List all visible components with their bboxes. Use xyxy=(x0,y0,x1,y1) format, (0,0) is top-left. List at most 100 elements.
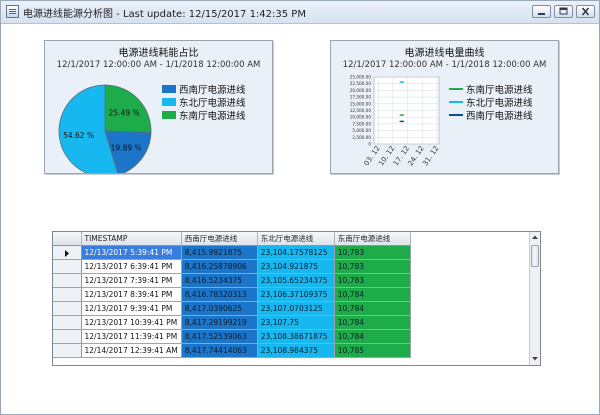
app-window: 电源进线能源分析图 - Last update: 12/15/2017 1:42… xyxy=(0,0,600,415)
row-header[interactable] xyxy=(53,301,82,316)
cell-southwest[interactable]: 8,416.78320313 xyxy=(181,287,258,302)
y-tick-label: 7,500.00 xyxy=(352,121,371,126)
scroll-down-icon[interactable] xyxy=(531,354,539,363)
table-row[interactable]: 12/13/2017 8:39:41 PM 8,416.78320313 23,… xyxy=(53,287,411,302)
table-row[interactable]: 12/13/2017 7:39:41 PM 8,416.5234375 23,1… xyxy=(53,273,411,288)
line-legend-swatch-northeast xyxy=(449,100,463,103)
y-tick-label: 22,500.00 xyxy=(350,81,372,86)
cell-timestamp[interactable]: 12/13/2017 9:39:41 PM xyxy=(81,301,182,316)
row-header[interactable] xyxy=(53,343,82,358)
pie-slice-label: 25.49 % xyxy=(109,108,140,117)
cell-timestamp[interactable]: 12/13/2017 10:39:41 PM xyxy=(81,315,182,330)
pie-legend-item-southeast: 东南厅电源进线 xyxy=(162,104,246,122)
cell-timestamp[interactable]: 12/13/2017 11:39:41 PM xyxy=(81,329,182,344)
row-header[interactable] xyxy=(53,315,82,330)
line-legend-label-southwest: 西南厅电源进线 xyxy=(466,111,533,122)
table-row[interactable]: 12/14/2017 12:39:41 AM 8,417.74414063 23… xyxy=(53,343,411,358)
cell-southeast[interactable]: 10,784 xyxy=(334,287,411,302)
minimize-button[interactable] xyxy=(532,5,551,18)
window-title: 电源进线能源分析图 - Last update: 12/15/2017 1:42… xyxy=(23,9,306,20)
cell-southwest[interactable]: 8,417.29199219 xyxy=(181,315,258,330)
chart-window-icon xyxy=(6,5,19,18)
row-header[interactable] xyxy=(53,329,82,344)
cell-northeast[interactable]: 23,104.17578125 xyxy=(257,245,335,260)
cell-northeast[interactable]: 23,104.921875 xyxy=(257,259,335,274)
cell-southwest[interactable]: 8,415.9921875 xyxy=(181,245,258,260)
scrollbar-thumb[interactable] xyxy=(531,245,539,267)
row-pointer-icon xyxy=(64,249,69,257)
y-tick-label: 5,000.00 xyxy=(352,128,371,133)
cell-northeast[interactable]: 23,106.37109375 xyxy=(257,287,335,302)
maximize-icon xyxy=(559,7,568,15)
y-tick-label: 12,500.00 xyxy=(350,108,372,113)
pie-legend-item-southwest: 西南厅电源进线 xyxy=(162,78,246,96)
cell-southwest[interactable]: 8,416.5234375 xyxy=(181,273,258,288)
scroll-up-icon[interactable] xyxy=(531,233,539,242)
y-tick-label: 15,000.00 xyxy=(350,101,372,106)
y-tick-label: 2,500.00 xyxy=(352,135,371,140)
row-header[interactable] xyxy=(53,259,82,274)
y-tick-label: 0 xyxy=(368,142,371,147)
cell-northeast[interactable]: 23,107.75 xyxy=(257,315,335,330)
table-row[interactable]: 12/13/2017 9:39:41 PM 8,417.0390625 23,1… xyxy=(53,301,411,316)
cell-southwest[interactable]: 8,417.52539063 xyxy=(181,329,258,344)
line-legend-swatch-southeast xyxy=(449,87,463,90)
pie-slice-label: 19.89 % xyxy=(111,143,142,152)
pie-chart-panel: 电源进线耗能占比 12/1/2017 12:00:00 AM - 1/1/201… xyxy=(44,40,273,174)
line-chart-panel: 电源进线电量曲线 12/1/2017 12:00:00 AM - 1/1/201… xyxy=(330,40,559,174)
y-tick-label: 17,500.00 xyxy=(350,95,372,100)
column-header-timestamp[interactable]: TIMESTAMP xyxy=(81,232,182,246)
cell-timestamp[interactable]: 12/13/2017 8:39:41 PM xyxy=(81,287,182,302)
cell-southeast[interactable]: 10,785 xyxy=(334,343,411,358)
table-row[interactable]: 12/13/2017 6:39:41 PM 8,416.25878906 23,… xyxy=(53,259,411,274)
cell-northeast[interactable]: 23,108.38671875 xyxy=(257,329,335,344)
cell-southeast[interactable]: 10,783 xyxy=(334,273,411,288)
title-bar[interactable]: 电源进线能源分析图 - Last update: 12/15/2017 1:42… xyxy=(1,1,599,24)
line-legend-item-southeast: 东南厅电源进线 xyxy=(449,78,533,96)
pie-slice-label: 54.62 % xyxy=(63,131,94,140)
cell-northeast[interactable]: 23,108.984375 xyxy=(257,343,335,358)
data-grid[interactable]: TIMESTAMP 西南厅电源进线 东北厅电源进线 东南厅电源进线 12/13/… xyxy=(52,231,541,366)
line-legend-item-northeast: 东北厅电源进线 xyxy=(449,91,533,109)
column-header-northeast[interactable]: 东北厅电源进线 xyxy=(257,232,335,246)
cell-timestamp[interactable]: 12/14/2017 12:39:41 AM xyxy=(81,343,182,358)
column-header-southeast[interactable]: 东南厅电源进线 xyxy=(334,232,411,246)
table-row[interactable]: 12/13/2017 5:39:41 PM 8,415.9921875 23,1… xyxy=(53,245,411,260)
cell-southeast[interactable]: 10,784 xyxy=(334,315,411,330)
line-point xyxy=(402,114,405,116)
table-header-row: TIMESTAMP 西南厅电源进线 东北厅电源进线 东南厅电源进线 xyxy=(53,232,411,246)
cell-timestamp[interactable]: 12/13/2017 7:39:41 PM xyxy=(81,273,182,288)
cell-southeast[interactable]: 10,783 xyxy=(334,245,411,260)
cell-southeast[interactable]: 10,784 xyxy=(334,329,411,344)
cell-timestamp[interactable]: 12/13/2017 5:39:41 PM xyxy=(81,245,182,260)
table-body: 12/13/2017 5:39:41 PM 8,415.9921875 23,1… xyxy=(53,245,411,358)
cell-northeast[interactable]: 23,107.0703125 xyxy=(257,301,335,316)
cell-southwest[interactable]: 8,417.0390625 xyxy=(181,301,258,316)
y-tick-label: 25,000.00 xyxy=(350,75,372,80)
table-row[interactable]: 12/13/2017 10:39:41 PM 8,417.29199219 23… xyxy=(53,315,411,330)
column-header-southwest[interactable]: 西南厅电源进线 xyxy=(181,232,258,246)
minimize-icon xyxy=(538,13,545,15)
close-button[interactable] xyxy=(576,5,595,18)
pie-legend-swatch-southeast xyxy=(162,110,176,119)
line-legend-item-southwest: 西南厅电源进线 xyxy=(449,104,533,122)
close-icon xyxy=(581,7,590,16)
cell-southeast[interactable]: 10,784 xyxy=(334,301,411,316)
y-tick-label: 10,000.00 xyxy=(350,115,372,120)
cell-southeast[interactable]: 10,783 xyxy=(334,259,411,274)
row-header[interactable] xyxy=(53,287,82,302)
table-row[interactable]: 12/13/2017 11:39:41 PM 8,417.52539063 23… xyxy=(53,329,411,344)
cell-southwest[interactable]: 8,417.74414063 xyxy=(181,343,258,358)
maximize-button[interactable] xyxy=(554,5,573,18)
cell-northeast[interactable]: 23,105.65234375 xyxy=(257,273,335,288)
data-table: TIMESTAMP 西南厅电源进线 东北厅电源进线 东南厅电源进线 12/13/… xyxy=(53,232,411,358)
line-point xyxy=(402,120,405,123)
row-header[interactable] xyxy=(53,273,82,288)
line-point xyxy=(402,81,405,83)
cell-timestamp[interactable]: 12/13/2017 6:39:41 PM xyxy=(81,259,182,274)
y-tick-label: 20,000.00 xyxy=(350,88,372,93)
vertical-scrollbar[interactable] xyxy=(529,232,540,365)
row-header[interactable] xyxy=(53,245,82,260)
cell-southwest[interactable]: 8,416.25878906 xyxy=(181,259,258,274)
pie-legend-label-southeast: 东南厅电源进线 xyxy=(179,111,246,122)
